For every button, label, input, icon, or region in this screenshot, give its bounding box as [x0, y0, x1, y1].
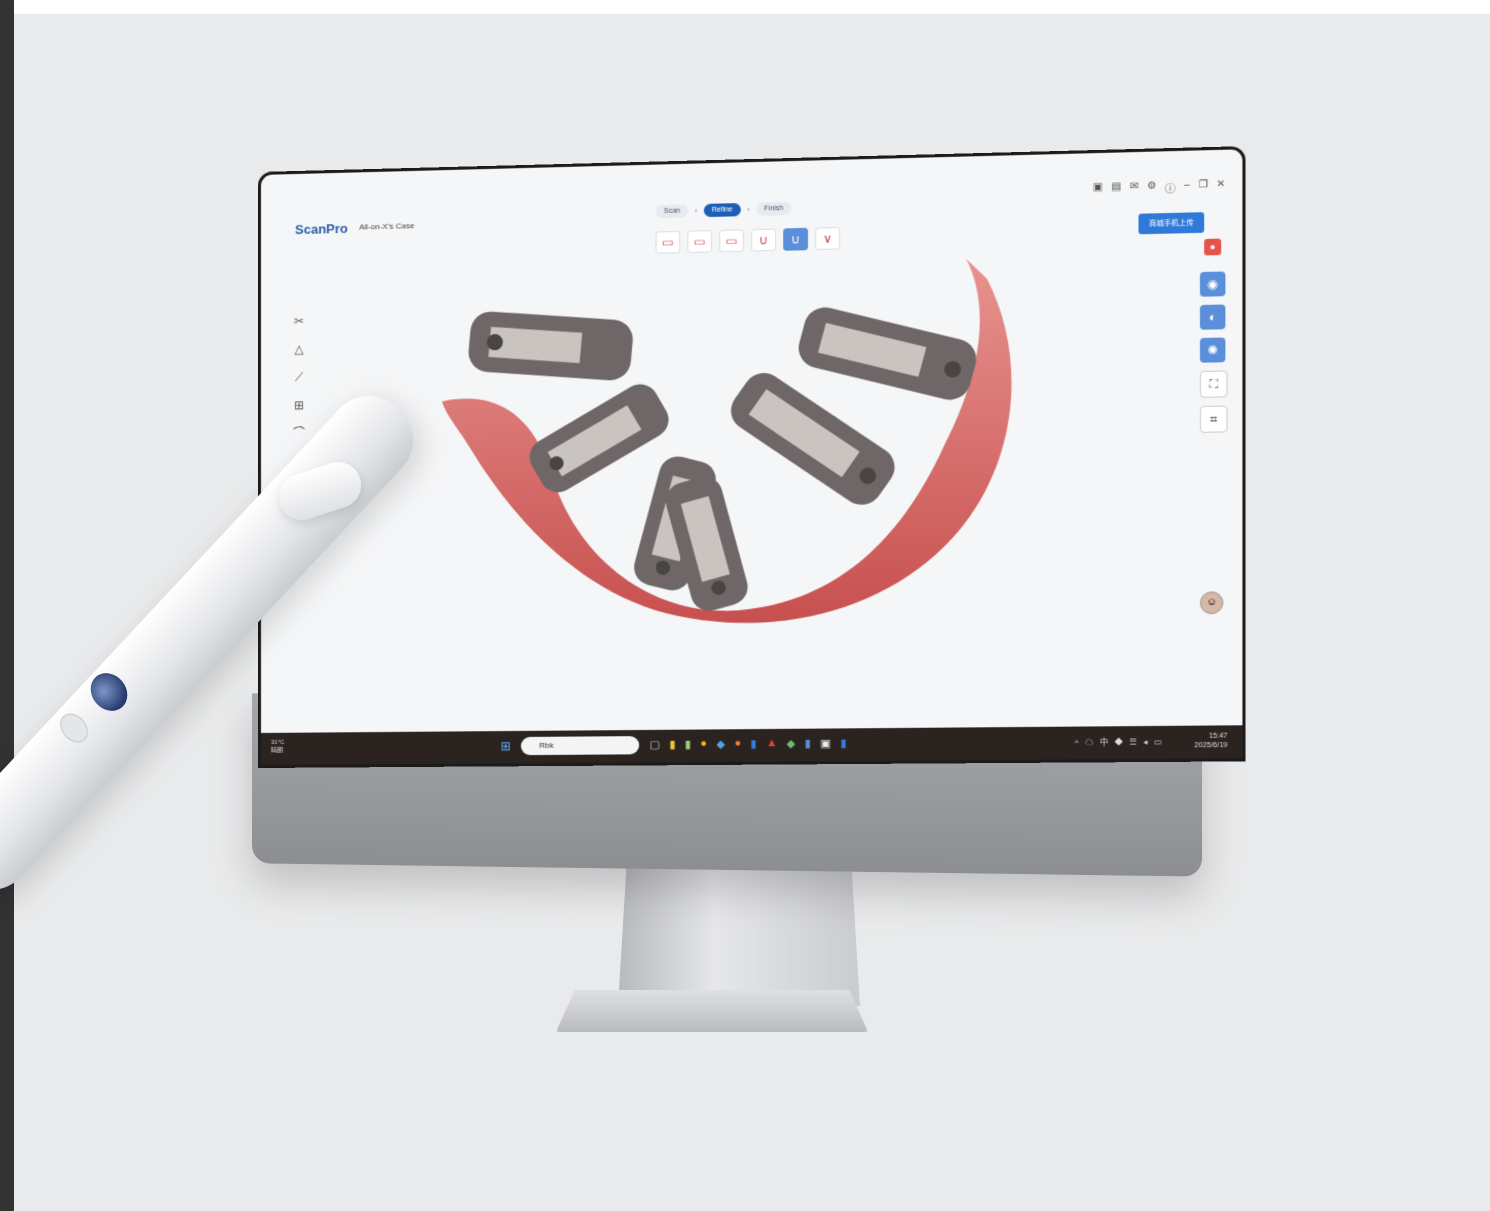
weather-widget[interactable]: 31°C 晴朗: [271, 739, 284, 755]
export-icon[interactable]: ▤: [1111, 181, 1121, 197]
window-controls: ▣ ▤ ✉ ⚙ ⓘ – ❐ ✕: [1093, 179, 1226, 198]
texture-icon[interactable]: ◐: [1199, 304, 1226, 330]
taskbar-apps: ▢ ▮ ▮ ● ◆ ● ▮ ▲ ◆ ▮ ▣ ▮: [649, 737, 846, 751]
case-name: All-on-X's Case: [359, 221, 415, 232]
restore-icon[interactable]: ❐: [1198, 179, 1208, 195]
scan-body-1: [466, 310, 635, 382]
chrome-icon[interactable]: ●: [700, 738, 707, 751]
color-wheel-icon[interactable]: ◉: [1199, 271, 1226, 297]
screenshot-icon[interactable]: ▣: [1093, 182, 1103, 198]
scan-body-4: [722, 365, 903, 513]
chevron-right-icon: ›: [694, 206, 698, 216]
app-icon-orange[interactable]: ●: [734, 737, 741, 750]
system-tray[interactable]: ^☁中◆☰◂▭: [1075, 736, 1168, 748]
scanpro-taskbar-icon[interactable]: ▮: [805, 737, 811, 750]
close-icon[interactable]: ✕: [1217, 179, 1226, 195]
info-icon[interactable]: ⓘ: [1165, 180, 1176, 196]
step-scan[interactable]: Scan: [655, 204, 689, 219]
capture-icon[interactable]: ⌗: [1199, 405, 1228, 433]
jaw-icon[interactable]: ⊞: [289, 396, 309, 414]
app-icon-blue2[interactable]: ▮: [750, 737, 756, 750]
weather-temp: 31°C: [270, 739, 285, 746]
scan-area-icon[interactable]: ⌒: [289, 424, 309, 442]
app-icon-white[interactable]: ▣: [820, 737, 831, 750]
chevron-right-icon: ›: [746, 204, 750, 215]
workflow-steps: Scan › Refine › Finish: [655, 201, 792, 219]
taskbar-search[interactable]: Rbk: [520, 736, 640, 756]
record-icon[interactable]: ●: [1204, 238, 1222, 256]
monitor-stand-base: [556, 990, 868, 1032]
file-explorer-icon[interactable]: ▮: [669, 738, 675, 751]
light-icon[interactable]: ✺: [1199, 337, 1226, 363]
triangle-icon[interactable]: △: [289, 340, 309, 358]
fit-screen-icon[interactable]: ⛶: [1199, 370, 1228, 398]
windows-start-icon[interactable]: ⊞: [501, 739, 511, 753]
clock-time: 15:47: [1208, 732, 1228, 740]
step-finish[interactable]: Finish: [755, 201, 792, 216]
right-toolbar: ◉ ◐ ✺ ⛶ ⌗: [1199, 271, 1228, 433]
task-view-icon[interactable]: ▢: [649, 738, 660, 751]
mail-icon[interactable]: ✉: [1130, 181, 1139, 197]
minimize-icon[interactable]: –: [1184, 180, 1190, 196]
top-strip: [14, 0, 1490, 14]
app-logo: ScanPro: [294, 220, 348, 238]
dental-scan-3d-view[interactable]: [412, 237, 1029, 633]
store-icon[interactable]: ▮: [685, 738, 691, 751]
scissors-icon[interactable]: ✂: [289, 312, 309, 330]
title-bar: ScanPro All-on-X's Case Scan › Refine › …: [261, 149, 1242, 239]
scan-body-3: [522, 377, 676, 499]
weather-desc: 晴朗: [270, 747, 284, 754]
app-icon-blue3[interactable]: ▮: [840, 737, 846, 750]
left-toolbar: ✂ △ ⟋ ⊞ ⌒: [289, 312, 309, 443]
system-clock[interactable]: 15:47 2025/6/19: [1194, 732, 1227, 751]
upload-button[interactable]: 商城手机上传: [1138, 212, 1205, 235]
scan-body-2: [793, 303, 981, 405]
user-avatar[interactable]: ☺: [1199, 591, 1224, 615]
app-icon-multi[interactable]: ◆: [787, 737, 796, 750]
left-edge-bar: [0, 0, 14, 1211]
step-refine[interactable]: Refine: [703, 203, 741, 218]
acrobat-icon[interactable]: ▲: [766, 737, 777, 750]
app-icon-blue[interactable]: ◆: [716, 737, 725, 750]
settings-icon[interactable]: ⚙: [1147, 180, 1156, 196]
windows-taskbar: 31°C 晴朗 ⊞ Rbk ▢ ▮ ▮ ● ◆ ● ▮ ▲ ◆ ▮ ▣ ▮ ^☁…: [260, 725, 1243, 765]
ruler-icon[interactable]: ⟋: [289, 368, 309, 386]
clock-date: 2025/6/19: [1194, 741, 1228, 750]
